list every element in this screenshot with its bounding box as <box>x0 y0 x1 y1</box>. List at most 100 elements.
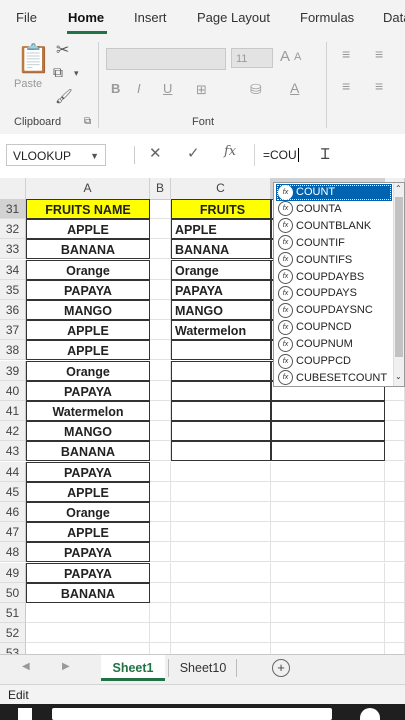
font-size-box[interactable]: 11 <box>231 48 273 68</box>
copy-dropdown-icon[interactable]: ▾ <box>74 68 79 79</box>
chevron-down-icon[interactable]: ⌄ <box>395 372 402 381</box>
table-cell[interactable]: BANANA <box>26 583 150 603</box>
table-cell[interactable]: Orange <box>26 260 150 280</box>
table-cell[interactable] <box>271 421 385 441</box>
table-cell[interactable] <box>171 542 271 562</box>
autocomplete-item[interactable]: fx COUPNCD <box>276 319 392 336</box>
table-cell[interactable]: BANANA <box>26 441 150 461</box>
row-header[interactable]: 45 <box>0 482 26 502</box>
italic-button[interactable]: I <box>137 81 141 96</box>
autocomplete-item[interactable]: fx COUPDAYSNC <box>276 302 392 319</box>
row-header[interactable]: 49 <box>0 563 26 583</box>
table-cell[interactable]: Orange <box>26 361 150 381</box>
table-cell[interactable] <box>171 522 271 542</box>
bold-button[interactable]: B <box>111 81 120 96</box>
increase-font-icon[interactable]: A <box>280 48 290 65</box>
column-header-a[interactable]: A <box>26 178 150 199</box>
align-center-icon[interactable]: ≡ <box>375 78 383 94</box>
table-cell[interactable] <box>385 623 405 643</box>
table-cell[interactable] <box>150 502 171 522</box>
table-cell[interactable]: APPLE <box>26 340 150 360</box>
row-header[interactable]: 35 <box>0 280 26 300</box>
table-cell[interactable] <box>171 482 271 502</box>
autocomplete-item[interactable]: fx COUNTBLANK <box>276 218 392 235</box>
row-header[interactable]: 42 <box>0 421 26 441</box>
decrease-font-icon[interactable]: A <box>294 51 301 63</box>
header-cell[interactable]: FRUITS <box>171 199 271 219</box>
tab-formulas[interactable]: Formulas <box>300 10 354 25</box>
align-middle-icon[interactable]: ≡ <box>375 46 383 62</box>
autocomplete-item[interactable]: fx COUNTIFS <box>276 252 392 269</box>
table-cell[interactable]: PAPAYA <box>26 542 150 562</box>
table-cell[interactable] <box>171 462 271 482</box>
table-cell[interactable] <box>385 563 405 583</box>
table-cell[interactable] <box>150 462 171 482</box>
row-header[interactable]: 39 <box>0 361 26 381</box>
table-cell[interactable] <box>271 623 385 643</box>
windows-start-icon[interactable] <box>18 708 32 720</box>
clipboard-launcher-icon[interactable]: ⧉ <box>84 116 91 127</box>
sheet-tab-sheet10[interactable]: Sheet10 <box>172 655 234 681</box>
row-header[interactable]: 51 <box>0 603 26 623</box>
autocomplete-item[interactable]: fx COUPDAYBS <box>276 269 392 286</box>
table-cell[interactable] <box>150 421 171 441</box>
table-cell[interactable] <box>385 502 405 522</box>
table-cell[interactable]: Orange <box>26 502 150 522</box>
table-cell[interactable] <box>385 462 405 482</box>
autocomplete-item[interactable]: fx COUNTA <box>276 201 392 218</box>
paste-label[interactable]: Paste <box>14 78 42 90</box>
table-cell[interactable] <box>385 522 405 542</box>
table-cell[interactable] <box>171 401 271 421</box>
table-cell[interactable] <box>150 199 171 219</box>
row-header[interactable]: 50 <box>0 583 26 603</box>
table-cell[interactable] <box>385 643 405 654</box>
autocomplete-item[interactable]: fx CUBESETCOUNT <box>276 370 392 387</box>
table-cell[interactable] <box>171 381 271 401</box>
table-cell[interactable] <box>385 441 405 461</box>
enter-icon[interactable]: ✓ <box>187 144 200 162</box>
row-header[interactable]: 43 <box>0 441 26 461</box>
row-header[interactable]: 36 <box>0 300 26 320</box>
autocomplete-scrollbar[interactable]: ⌃ ⌄ <box>393 183 404 386</box>
autocomplete-item[interactable]: fx COUPNUM <box>276 336 392 353</box>
table-cell[interactable] <box>385 603 405 623</box>
table-cell[interactable] <box>171 361 271 381</box>
row-header[interactable]: 41 <box>0 401 26 421</box>
table-cell[interactable]: APPLE <box>26 219 150 239</box>
table-cell[interactable]: PAPAYA <box>26 381 150 401</box>
row-header[interactable]: 52 <box>0 623 26 643</box>
tab-insert[interactable]: Insert <box>134 10 167 25</box>
autocomplete-item[interactable]: fx COUNTIF <box>276 235 392 252</box>
chevron-down-icon[interactable]: ▼ <box>90 145 99 167</box>
sheet-tab-sheet1[interactable]: Sheet1 <box>101 655 165 681</box>
function-autocomplete-list[interactable]: fx COUNT fx COUNTA fx COUNTBLANK fx COUNTIF fx CO… <box>273 182 405 387</box>
font-color-icon[interactable]: A <box>290 80 299 96</box>
table-cell[interactable] <box>150 300 171 320</box>
table-cell[interactable] <box>271 603 385 623</box>
table-cell[interactable] <box>150 260 171 280</box>
table-cell[interactable] <box>171 441 271 461</box>
scroll-left-icon[interactable]: ◀ <box>22 661 30 672</box>
borders-icon[interactable]: ⊞ <box>196 82 207 98</box>
row-header[interactable]: 40 <box>0 381 26 401</box>
table-cell[interactable]: PAPAYA <box>26 563 150 583</box>
table-cell[interactable]: Orange <box>171 260 271 280</box>
cut-icon[interactable]: ✂ <box>56 40 69 60</box>
table-cell[interactable] <box>171 563 271 583</box>
column-header-c[interactable]: C <box>171 178 271 199</box>
tab-data[interactable]: Data <box>383 10 405 25</box>
table-cell[interactable] <box>26 623 150 643</box>
table-cell[interactable]: Watermelon <box>171 320 271 340</box>
font-name-box[interactable] <box>106 48 226 70</box>
table-cell[interactable] <box>150 401 171 421</box>
table-cell[interactable]: MANGO <box>171 300 271 320</box>
table-cell[interactable]: APPLE <box>26 320 150 340</box>
table-cell[interactable] <box>150 340 171 360</box>
tab-page-layout[interactable]: Page Layout <box>197 10 270 25</box>
underline-button[interactable]: U <box>163 81 172 96</box>
table-cell[interactable] <box>271 583 385 603</box>
table-cell[interactable]: PAPAYA <box>171 280 271 300</box>
table-cell[interactable] <box>150 603 171 623</box>
table-cell[interactable] <box>150 563 171 583</box>
row-header[interactable]: 46 <box>0 502 26 522</box>
